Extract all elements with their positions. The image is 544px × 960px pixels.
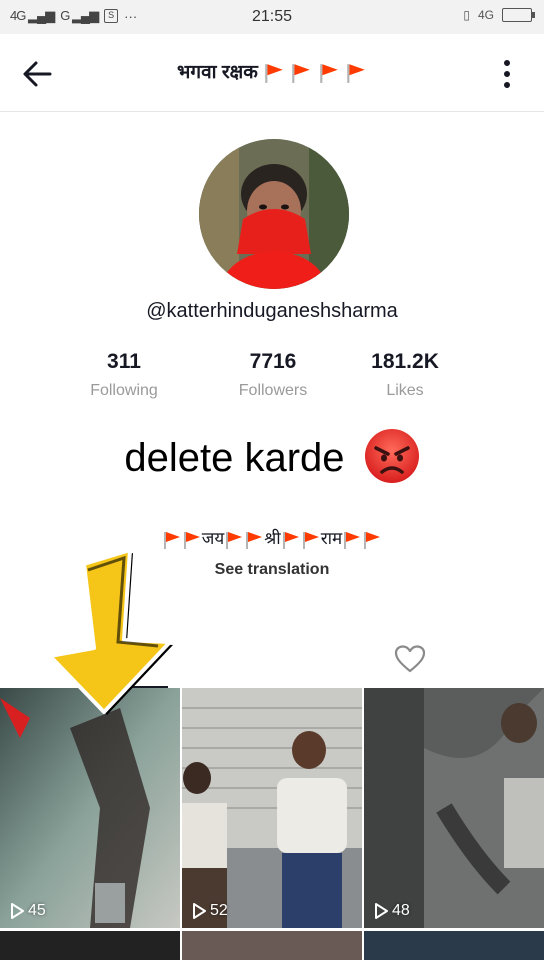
flag-icons <box>263 62 367 83</box>
view-count: 52 <box>192 902 228 920</box>
stat-label: Following <box>90 382 158 399</box>
page-title: भगवा रक्षक <box>0 58 544 84</box>
red-flag-icon <box>344 531 361 549</box>
red-flag-icon <box>183 531 200 549</box>
stat-likes[interactable]: 181.2K Likes <box>340 350 470 400</box>
bio-word: राम <box>320 529 343 548</box>
dot <box>504 82 510 88</box>
avatar[interactable] <box>199 139 349 289</box>
red-flag-icon <box>347 64 365 83</box>
play-icon <box>11 903 24 919</box>
video-thumbnail[interactable] <box>0 931 180 960</box>
red-flag-icon <box>364 531 381 549</box>
vibrate-icon: ▯ <box>463 8 470 22</box>
red-flag-icon <box>282 531 299 549</box>
stat-value: 311 <box>107 350 141 373</box>
red-flag-icon <box>246 531 263 549</box>
red-flag-icon <box>319 64 338 83</box>
thumbnail-image <box>364 688 544 928</box>
view-count: 48 <box>374 902 410 920</box>
stat-value: 181.2K <box>371 350 439 373</box>
video-thumbnail[interactable]: 45 <box>0 688 180 928</box>
heart-icon <box>394 645 426 673</box>
angry-face-icon <box>364 429 419 484</box>
red-flag-icon <box>265 64 283 83</box>
views-text: 48 <box>392 902 410 919</box>
play-icon <box>193 903 206 919</box>
status-right: ▯ 4G <box>463 8 535 22</box>
title-text: भगवा रक्षक <box>177 62 258 83</box>
views-text: 45 <box>28 902 46 919</box>
liked-videos-tab[interactable] <box>394 644 426 674</box>
username: @katterhinduganeshsharma <box>146 300 398 322</box>
thumbnail-image <box>182 688 362 928</box>
stat-label: Followers <box>238 382 308 399</box>
views-text: 52 <box>210 902 228 919</box>
thumbnail-image <box>0 688 180 928</box>
stat-label: Likes <box>386 382 424 399</box>
stat-following[interactable]: 311 Following <box>59 350 189 400</box>
play-icon <box>375 903 388 919</box>
view-count: 45 <box>10 902 46 920</box>
more-options-button[interactable] <box>492 56 522 92</box>
video-thumbnail[interactable]: 48 <box>364 688 544 928</box>
stat-followers[interactable]: 7716 Followers <box>208 350 338 400</box>
video-grid: 45 52 48 <box>0 688 544 960</box>
stat-value: 7716 <box>249 350 297 373</box>
avatar-image <box>199 139 349 289</box>
arrow-down-icon <box>48 548 173 715</box>
red-flag-icon <box>292 64 311 83</box>
video-thumbnail[interactable] <box>182 931 362 960</box>
bio-word: श्री <box>264 529 281 548</box>
bio-word: जय <box>201 529 225 548</box>
battery-icon <box>502 8 535 22</box>
caption-text: delete karde <box>124 436 345 480</box>
red-flag-icon <box>226 531 243 549</box>
status-bar: 4G ▂▄▆ G ▂▄▆ S ··· 21:55 ▯ 4G <box>0 0 544 34</box>
video-thumbnail[interactable] <box>364 931 544 960</box>
profile-header: भगवा रक्षक <box>0 34 544 112</box>
video-thumbnail[interactable]: 52 <box>182 688 362 928</box>
red-flag-icon <box>302 531 319 549</box>
dot <box>504 60 510 66</box>
dot <box>504 71 510 77</box>
network-type: 4G <box>477 8 494 22</box>
overlay-caption: delete karde <box>0 429 544 484</box>
profile-stats: 311 Following 7716 Followers 181.2K Like… <box>60 350 484 410</box>
